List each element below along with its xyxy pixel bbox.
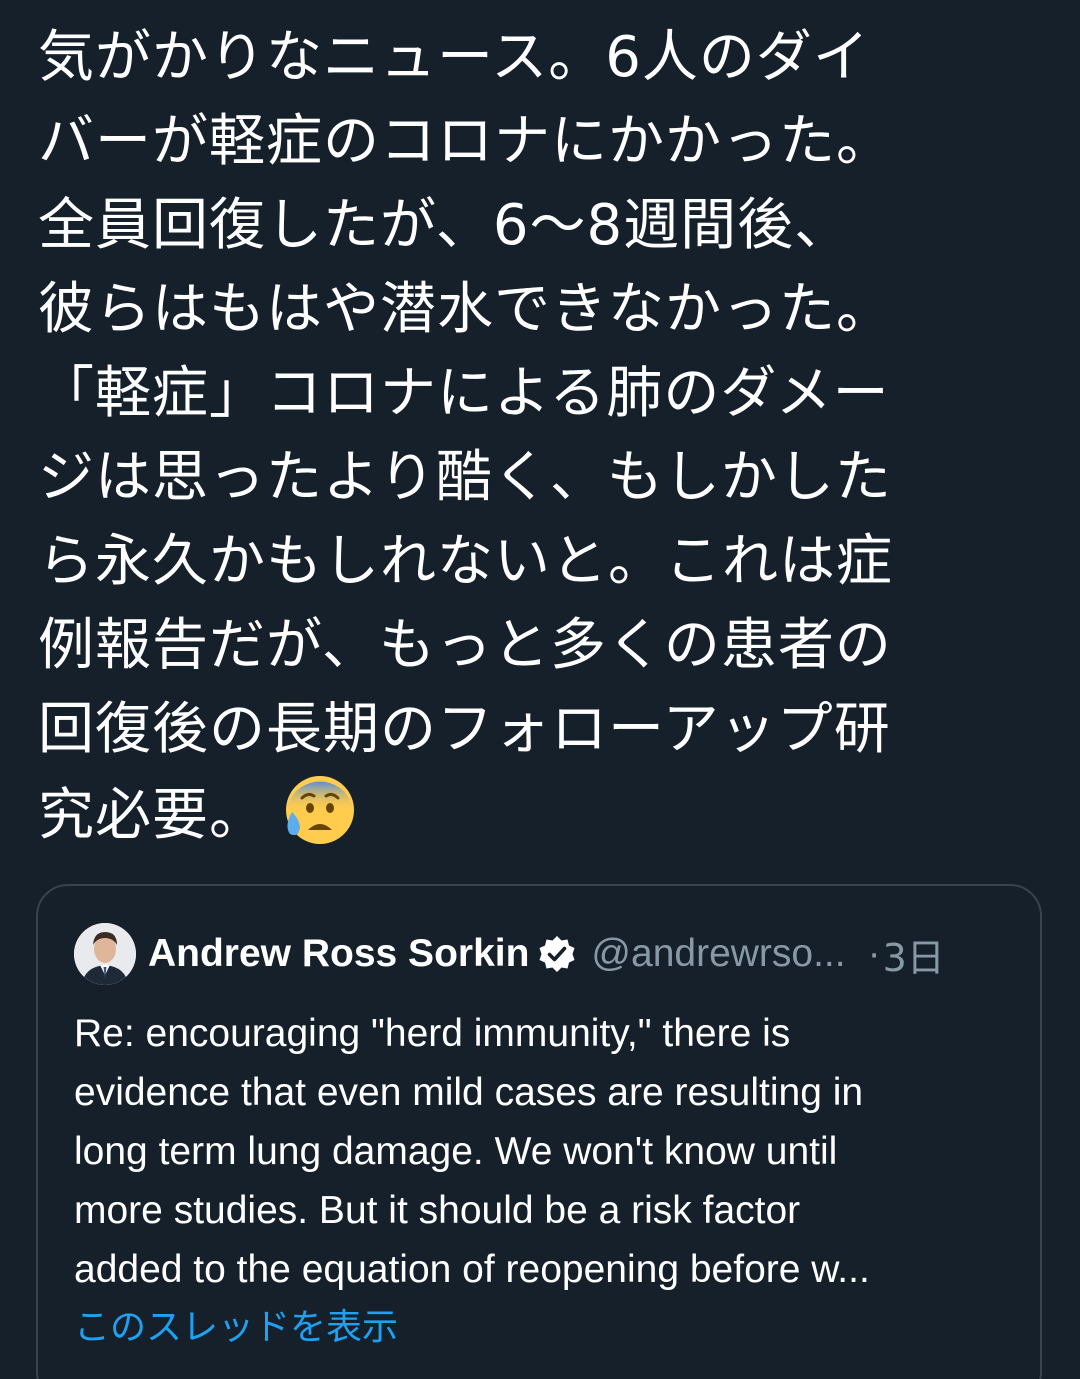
tweet-text-line: 回復後の長期のフォローアップ研 — [38, 697, 891, 762]
verified-badge-icon — [537, 934, 577, 974]
tweet-text-line: バーが軽症のコロナにかかった。 — [38, 109, 893, 174]
quoted-tweet-line: evidence that even mild cases are result… — [74, 1071, 864, 1114]
author-name[interactable]: Andrew Ross Sorkin — [148, 932, 529, 976]
tweet-text: 気がかりなニュース。6人のダイ バーが軽症のコロナにかかった。 全員回復したが、… — [38, 16, 1048, 858]
tweet-text-line: 例報告だが、もっと多くの患者の — [38, 613, 892, 678]
quoted-tweet-line: more studies. But it should be a risk fa… — [74, 1189, 801, 1232]
quoted-tweet-line: Re: encouraging "herd immunity," there i… — [74, 1012, 791, 1055]
anxious-face-with-sweat-icon — [280, 772, 356, 848]
quoted-tweet-body: Re: encouraging "herd immunity," there i… — [74, 1004, 1014, 1299]
quoted-tweet-header: Andrew Ross Sorkin @andrewrso... · 3日 — [74, 922, 945, 986]
show-thread-link[interactable]: このスレッドを表示 — [74, 1298, 398, 1350]
tweet-text-line: 究必要。 — [38, 783, 266, 848]
quoted-tweet-card[interactable]: Andrew Ross Sorkin @andrewrso... · 3日 Re… — [36, 884, 1042, 1379]
author-handle[interactable]: @andrewrso... — [591, 932, 845, 976]
tweet-text-line: 気がかりなニュース。6人のダイ — [38, 25, 870, 90]
tweet-text-last-line: 究必要。 — [38, 772, 1048, 858]
quoted-tweet-line: added to the equation of reopening befor… — [74, 1248, 870, 1291]
tweet-text-line: ら永久かもしれないと。これは症 — [38, 529, 893, 594]
timestamp[interactable]: 3日 — [883, 927, 945, 982]
tweet-text-line: 「軽症」コロナによる肺のダメー — [38, 361, 890, 426]
tweet-text-line: ジは思ったより酷く、もしかした — [38, 445, 892, 510]
tweet-text-line: 全員回復したが、6〜8週間後、 — [38, 193, 852, 258]
tweet-text-line: 彼らはもはや潜水できなかった。 — [38, 277, 893, 342]
quoted-tweet-line: long term lung damage. We won't know unt… — [74, 1130, 838, 1173]
avatar[interactable] — [74, 923, 136, 985]
separator-dot: · — [867, 932, 881, 975]
